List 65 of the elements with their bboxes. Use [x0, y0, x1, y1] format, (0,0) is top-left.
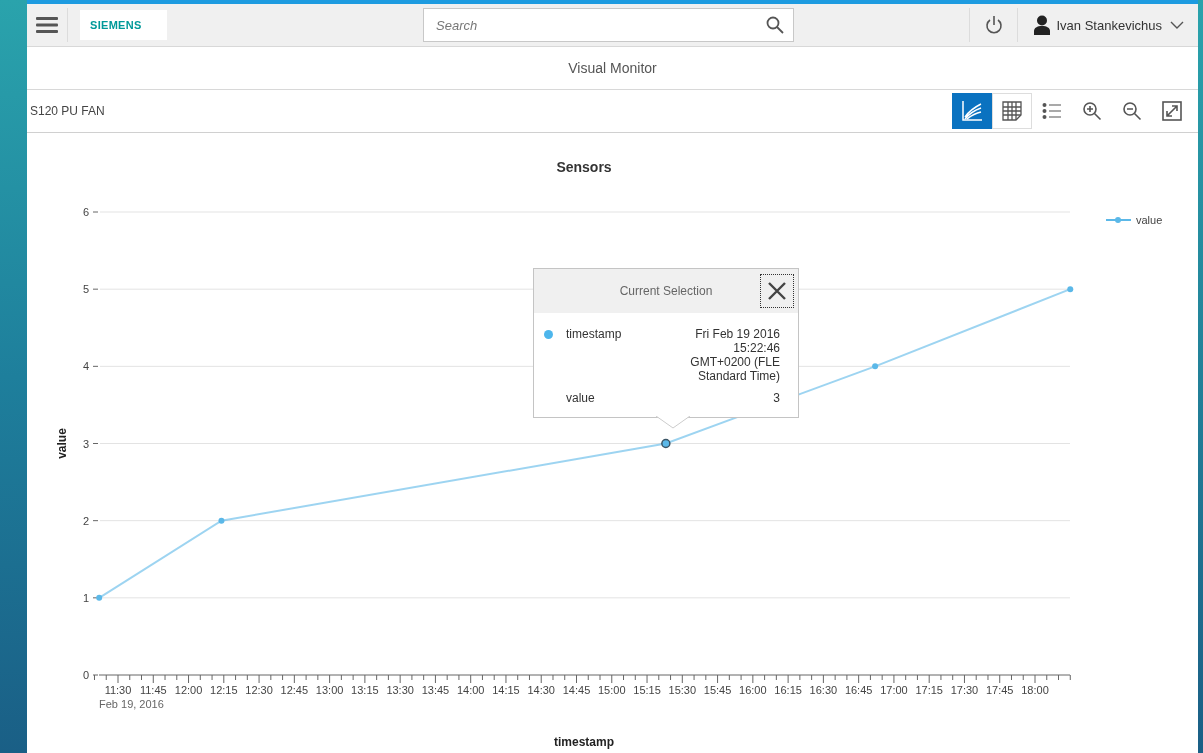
- x-tick-label: 14:15: [492, 684, 520, 696]
- x-tick-label: 12:30: [245, 684, 273, 696]
- x-tick-label: 13:15: [351, 684, 379, 696]
- power-icon: [985, 15, 1003, 35]
- x-tick-label: 17:45: [985, 684, 1014, 696]
- user-icon: [1034, 15, 1051, 35]
- y-tick-label: 1: [82, 591, 89, 604]
- x-tick-label: 18:00: [1021, 684, 1049, 696]
- date-label: Feb 19, 2016: [99, 698, 164, 710]
- table-tool-button[interactable]: [992, 93, 1032, 129]
- x-tick-label: 11:30: [104, 684, 132, 696]
- legend-line-icon: [1105, 217, 1132, 223]
- chart-tool-button[interactable]: [952, 93, 992, 129]
- x-tick-label: 15:30: [668, 684, 697, 696]
- menu-icon: [36, 16, 58, 34]
- x-tick-label: 13:00: [315, 684, 344, 696]
- y-tick-label: 2: [82, 514, 89, 527]
- x-tick-label: 13:30: [386, 684, 414, 696]
- search-icon[interactable]: [766, 16, 784, 34]
- x-tick-label: 17:30: [950, 684, 979, 696]
- chevron-down-icon: [1170, 21, 1184, 29]
- expand-icon: [1162, 101, 1182, 121]
- tooltip-title: Current Selection: [619, 284, 713, 298]
- search-field[interactable]: Search: [423, 8, 794, 42]
- x-tick-label: 15:45: [703, 684, 732, 696]
- x-tick-label: 14:00: [456, 684, 485, 696]
- selected-point[interactable]: [661, 438, 671, 449]
- x-tick-label: 15:00: [598, 684, 626, 696]
- x-tick-label: 12:45: [280, 684, 309, 696]
- x-tick-label: 11:45: [139, 684, 167, 696]
- y-tick-label: 5: [82, 283, 89, 296]
- x-axis-title: timestamp: [554, 735, 614, 749]
- x-tick-label: 16:45: [844, 684, 873, 696]
- table-icon: [1001, 100, 1023, 122]
- list-icon: [1042, 102, 1062, 120]
- x-tick-label: 12:00: [174, 684, 203, 696]
- page-title: Visual Monitor: [568, 60, 657, 76]
- x-tick-label: 13:45: [421, 684, 450, 696]
- close-icon: [767, 281, 787, 301]
- y-tick-label: 0: [82, 669, 89, 681]
- x-tick-label: 16:00: [739, 684, 767, 696]
- y-axis-title: value: [55, 428, 69, 459]
- device-name: S120 PU FAN: [30, 104, 105, 118]
- line-chart-icon: [961, 100, 983, 122]
- field-label: timestamp: [566, 327, 623, 341]
- y-tick-label: 3: [82, 437, 89, 450]
- x-tick-label: 17:00: [880, 684, 908, 696]
- x-tick-label: 17:15: [915, 684, 943, 696]
- user-menu[interactable]: Ivan Stankevichus: [1018, 8, 1198, 42]
- x-tick-label: 15:15: [633, 684, 661, 696]
- x-tick-label: 14:30: [527, 684, 555, 696]
- zoom-in-icon: [1082, 101, 1102, 121]
- field-value: 3: [772, 391, 780, 405]
- field-value: Fri Feb 19 2016 15:22:46 GMT+0200 (FLE Standard Time): [689, 327, 780, 383]
- chart-title: Sensors: [556, 159, 612, 175]
- x-tick-label: 16:15: [774, 684, 802, 696]
- x-tick-label: 16:30: [809, 684, 838, 696]
- y-tick-label: 6: [82, 206, 89, 218]
- close-button[interactable]: [760, 274, 794, 308]
- legend-label[interactable]: value: [1136, 214, 1163, 226]
- y-tick-label: 4: [82, 360, 89, 373]
- x-tick-label: 12:15: [210, 684, 238, 696]
- zoom-out-icon: [1122, 101, 1142, 121]
- field-label: value: [566, 391, 596, 405]
- x-tick-label: 14:45: [562, 684, 591, 696]
